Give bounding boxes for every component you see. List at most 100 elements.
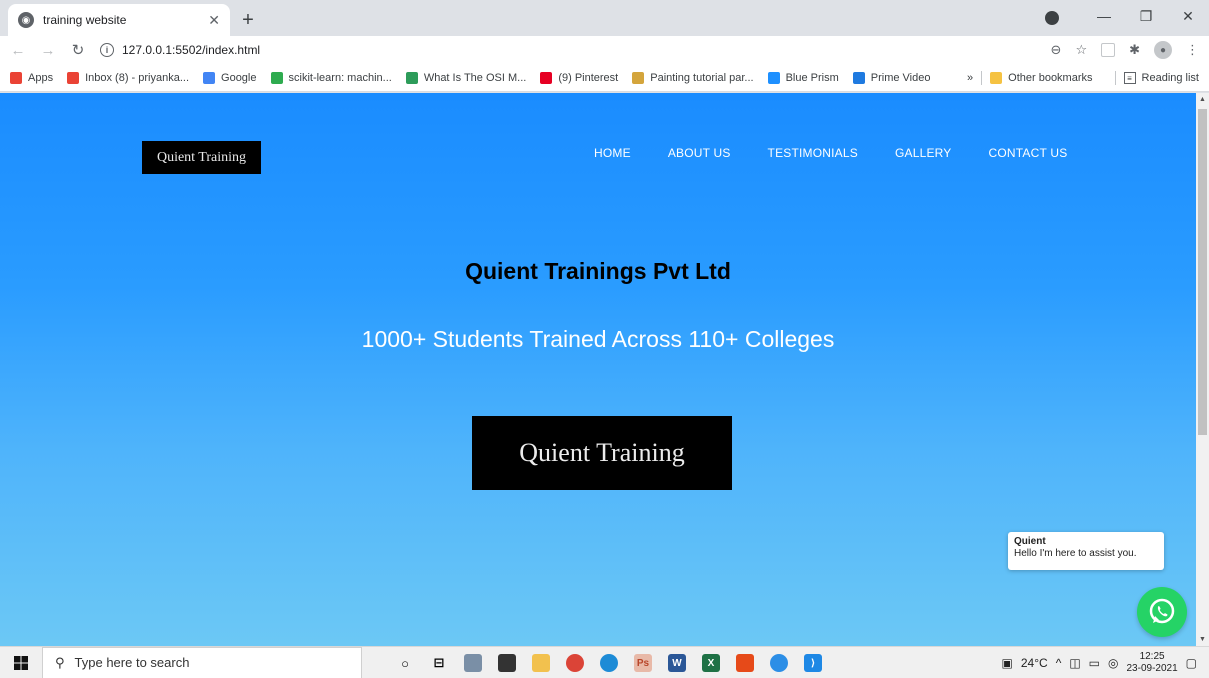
bookmarks-right: » Other bookmarks ≡ Reading list [967,64,1199,92]
hero-title: Quient Trainings Pvt Ltd [465,258,731,284]
site-navigation: HOME ABOUT US TESTIMONIALS GALLERY CONTA… [594,146,1104,160]
pinterest-icon [540,71,553,84]
weather-icon[interactable]: ▣ [1002,656,1013,670]
store-app-icon[interactable] [490,647,524,678]
bookmark-separator [981,71,983,85]
system-tray: ▣ 24°C ^ ◫ ▭ ◎ 12:25 23-09-2021 ▢ [1002,647,1197,678]
website-viewport: Quient Training HOME ABOUT US TESTIMONIA… [0,93,1196,646]
nav-about-us[interactable]: ABOUT US [668,146,731,160]
bookmark-item[interactable]: Painting tutorial par... [632,71,754,84]
extension-icon[interactable] [1101,43,1116,57]
file-explorer-icon[interactable] [524,647,558,678]
bookmark-label: Google [221,71,257,84]
bookmarks-bar: Apps Inbox (8) - priyanka... Google scikit-… [0,64,1209,92]
notification-icon[interactable]: ▢ [1186,656,1197,670]
reading-list-label: Reading list [1141,72,1199,84]
word-app-icon[interactable]: W [660,647,694,678]
reading-list-icon: ≡ [1123,72,1136,84]
reload-icon[interactable]: ↻ [66,41,90,59]
google-icon [203,71,216,84]
other-bookmarks-label: Other bookmarks [1008,72,1093,84]
close-tab-icon[interactable]: ✕ [208,12,220,29]
profile-indicator-icon[interactable] [1045,11,1059,25]
volume-icon[interactable]: ◎ [1108,656,1118,670]
profile-avatar-icon[interactable]: ● [1154,41,1172,59]
extensions-puzzle-icon[interactable]: ✱ [1129,42,1140,58]
page-scrollbar[interactable]: ▲ ▼ [1196,93,1209,646]
bookmark-star-icon[interactable]: ☆ [1075,42,1087,58]
bookmark-separator [1114,71,1116,85]
bookmark-label: Blue Prism [785,71,839,84]
taskbar-search[interactable]: ⚲ Type here to search [42,646,362,678]
bookmark-item[interactable]: (9) Pinterest [540,71,619,84]
taskbar-apps: ○ ⊟ Ps W X ⟩ [388,647,830,678]
battery-icon[interactable]: ▭ [1089,656,1100,670]
forward-arrow-icon[interactable]: → [36,42,60,59]
bookmark-label: What Is The OSI M... [423,71,527,84]
tray-chevron-icon[interactable]: ^ [1056,656,1062,670]
back-arrow-icon[interactable]: ← [6,42,30,59]
excel-app-icon[interactable]: X [694,647,728,678]
start-button[interactable] [0,647,42,678]
bookmark-label: (9) Pinterest [558,71,619,84]
bookmark-label: Inbox (8) - priyanka... [85,71,190,84]
zoom-icon[interactable]: ⊖ [1051,42,1062,58]
restore-icon[interactable]: ❐ [1125,8,1167,25]
photoshop-app-icon[interactable]: Ps [626,647,660,678]
scikit-icon [270,71,283,84]
search-placeholder: Type here to search [74,655,190,670]
painting-icon [632,71,645,84]
bookmark-item[interactable]: What Is The OSI M... [405,71,527,84]
nav-gallery[interactable]: GALLERY [895,146,952,160]
edge-app-icon[interactable] [592,647,626,678]
close-window-icon[interactable]: ✕ [1167,8,1209,25]
scrollbar-thumb[interactable] [1198,109,1207,435]
chat-popup[interactable]: Quient Hello I'm here to assist you. [1008,532,1164,570]
tab-title: training website [43,13,127,27]
more-bookmarks-icon[interactable]: » [967,72,973,84]
weather-text[interactable]: 24°C [1021,656,1048,670]
network-icon[interactable]: ◫ [1069,656,1080,670]
site-logo[interactable]: Quient Training [142,141,261,174]
whatsapp-icon [1149,598,1175,624]
bookmark-item[interactable]: Prime Video [852,71,930,84]
bookmark-item[interactable]: Blue Prism [767,71,839,84]
cortana-icon[interactable]: ○ [388,647,422,678]
other-bookmarks[interactable]: Other bookmarks [990,72,1093,84]
reading-list[interactable]: ≡ Reading list [1123,72,1199,84]
office-app-icon[interactable] [728,647,762,678]
prime-video-icon [852,71,865,84]
vscode-app-icon[interactable]: ⟩ [796,647,830,678]
bookmark-item[interactable]: scikit-learn: machin... [270,71,392,84]
windows-logo-icon [14,655,28,670]
bookmark-item[interactable]: Google [203,71,257,84]
scroll-down-icon[interactable]: ▼ [1199,636,1206,643]
safari-app-icon[interactable] [762,647,796,678]
whatsapp-button[interactable] [1137,587,1187,637]
chrome-app-icon[interactable] [558,647,592,678]
nav-home[interactable]: HOME [594,146,631,160]
windows-taskbar: ⚲ Type here to search ○ ⊟ Ps W X ⟩ ▣ 24°… [0,646,1209,678]
nav-testimonials[interactable]: TESTIMONIALS [768,146,858,160]
browser-tab[interactable]: ◉ training website ✕ [8,4,230,36]
bookmark-item[interactable]: Apps [10,71,54,84]
clock-date: 23-09-2021 [1126,663,1178,674]
menu-kebab-icon[interactable]: ⋮ [1186,42,1199,58]
calculator-app-icon[interactable] [456,647,490,678]
nav-contact-us[interactable]: CONTACT US [989,146,1068,160]
new-tab-button[interactable]: + [236,8,260,32]
bookmark-label: scikit-learn: machin... [288,71,392,84]
bookmark-item[interactable]: Inbox (8) - priyanka... [67,71,190,84]
hero-logo: Quient Training [472,416,732,490]
task-view-icon[interactable]: ⊟ [422,647,456,678]
bookmark-label: Apps [28,71,54,84]
osi-icon [405,71,418,84]
minimize-icon[interactable]: — [1083,8,1125,24]
site-info-icon[interactable]: i [100,43,114,57]
apps-grid-icon [10,71,22,84]
clock[interactable]: 12:25 23-09-2021 [1127,651,1178,675]
globe-icon: ◉ [18,12,34,28]
scroll-up-icon[interactable]: ▲ [1199,96,1206,103]
address-bar[interactable]: i 127.0.0.1:5502/index.html [100,38,1000,62]
toolbar-actions: ⊖ ☆ ✱ ● ⋮ [1051,36,1199,64]
